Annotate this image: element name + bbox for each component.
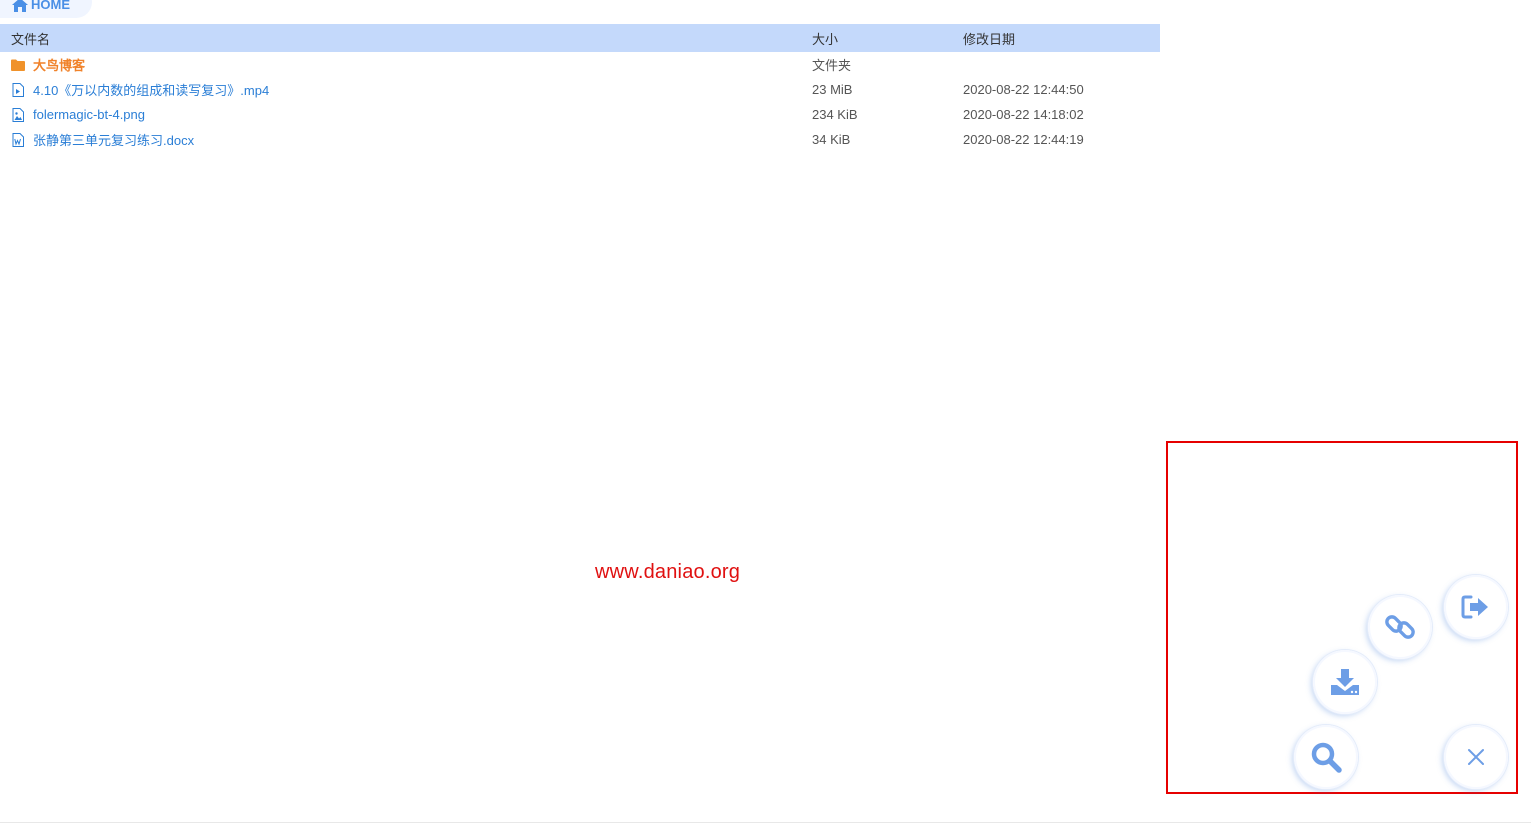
download-icon [1331, 669, 1359, 695]
file-name-link[interactable]: 大鸟博客 [33, 55, 85, 74]
file-size: 文件夹 [812, 58, 852, 73]
breadcrumb-home-label: HOME [31, 0, 70, 12]
breadcrumb-home[interactable]: HOME [12, 0, 70, 12]
file-name-link[interactable]: folermagic-bt-4.png [33, 107, 145, 122]
file-size: 23 MiB [812, 82, 853, 97]
column-header-size[interactable]: 大小 [812, 29, 963, 48]
file-date: 2020-08-22 12:44:19 [963, 132, 1084, 147]
table-row[interactable]: 张静第三单元复习练习.docx 34 KiB 2020-08-22 12:44:… [0, 127, 1160, 152]
file-name-link[interactable]: 张静第三单元复习练习.docx [33, 130, 194, 149]
column-header-date[interactable]: 修改日期 [963, 29, 1160, 48]
file-name-link[interactable]: 4.10《万以内数的组成和读写复习》.mp4 [33, 80, 269, 99]
copy-link-button[interactable] [1368, 595, 1432, 659]
video-file-icon [11, 82, 25, 97]
breadcrumb: HOME [0, 0, 92, 18]
file-size: 234 KiB [812, 107, 858, 122]
file-table: 文件名 大小 修改日期 大鸟博客 文件夹 4.10《万以内数的组成和读写复习》.… [0, 24, 1160, 152]
table-header: 文件名 大小 修改日期 [0, 24, 1160, 52]
link-icon [1385, 615, 1415, 639]
close-icon [1468, 749, 1484, 765]
file-date: 2020-08-22 12:44:50 [963, 82, 1084, 97]
column-header-name[interactable]: 文件名 [0, 29, 812, 48]
download-button[interactable] [1313, 650, 1377, 714]
home-icon [12, 0, 28, 12]
bottom-divider [0, 822, 1531, 823]
file-date: 2020-08-22 14:18:02 [963, 107, 1084, 122]
folder-icon [11, 58, 25, 72]
watermark-text: www.daniao.org [595, 561, 741, 583]
table-row[interactable]: folermagic-bt-4.png 234 KiB 2020-08-22 1… [0, 102, 1160, 127]
logout-icon [1461, 595, 1488, 619]
table-row[interactable]: 4.10《万以内数的组成和读写复习》.mp4 23 MiB 2020-08-22… [0, 77, 1160, 102]
search-button[interactable] [1294, 725, 1358, 789]
file-size: 34 KiB [812, 132, 851, 147]
table-row[interactable]: 大鸟博客 文件夹 [0, 52, 1160, 77]
search-icon [1311, 742, 1342, 773]
image-file-icon [11, 107, 25, 122]
close-button[interactable] [1444, 725, 1508, 789]
word-file-icon [11, 132, 25, 147]
logout-button[interactable] [1444, 575, 1508, 639]
